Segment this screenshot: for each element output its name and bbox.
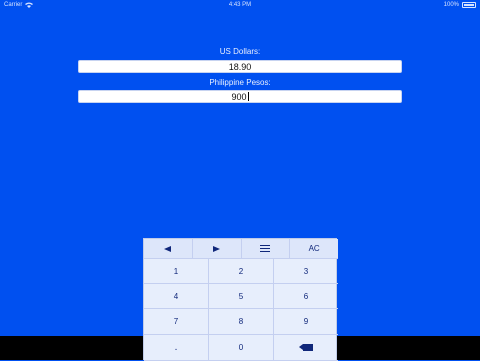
keypad-row-2: 4 5 6 (144, 284, 338, 309)
key-7[interactable]: 7 (144, 309, 209, 335)
key-8[interactable]: 8 (209, 309, 274, 335)
keypad-row-4: . 0 (144, 335, 338, 361)
backspace-key[interactable] (274, 335, 338, 361)
usd-label: US Dollars: (219, 47, 261, 56)
right-arrow-icon (213, 245, 221, 252)
text-caret (247, 92, 249, 101)
decimal-key[interactable]: . (144, 335, 209, 361)
keypad-top-row: AC (144, 239, 338, 259)
battery-icon (462, 2, 476, 8)
usd-field[interactable]: 18.90 (78, 60, 402, 73)
backspace-icon (299, 344, 313, 351)
numeric-keypad: AC 1 2 3 4 5 6 7 8 9 . 0 (143, 238, 338, 361)
key-1[interactable]: 1 (144, 259, 209, 284)
battery-percent: 100% (443, 2, 459, 8)
key-4[interactable]: 4 (144, 284, 209, 309)
keypad-row-3: 7 8 9 (144, 309, 338, 335)
cursor-right-button[interactable] (192, 239, 242, 259)
key-0[interactable]: 0 (209, 335, 274, 361)
left-arrow-icon (164, 245, 172, 252)
php-field[interactable]: 900 (78, 90, 402, 103)
php-value: 900 (231, 92, 247, 102)
key-9[interactable]: 9 (274, 309, 338, 335)
cursor-left-button[interactable] (144, 239, 193, 259)
key-5[interactable]: 5 (209, 284, 274, 309)
key-6[interactable]: 6 (274, 284, 338, 309)
keypad-row-1: 1 2 3 (144, 259, 338, 284)
key-2[interactable]: 2 (209, 259, 274, 284)
menu-button[interactable] (241, 239, 291, 259)
status-right: 100% (444, 0, 476, 10)
clear-button[interactable]: AC (290, 239, 338, 259)
key-3[interactable]: 3 (274, 259, 338, 284)
status-time: 4:43 PM (228, 2, 252, 8)
usd-value: 18.90 (228, 62, 252, 72)
status-bar: Carrier 4:43 PM 100% (0, 0, 480, 10)
menu-icon (260, 245, 271, 252)
php-label: Philippine Pesos: (209, 78, 271, 87)
